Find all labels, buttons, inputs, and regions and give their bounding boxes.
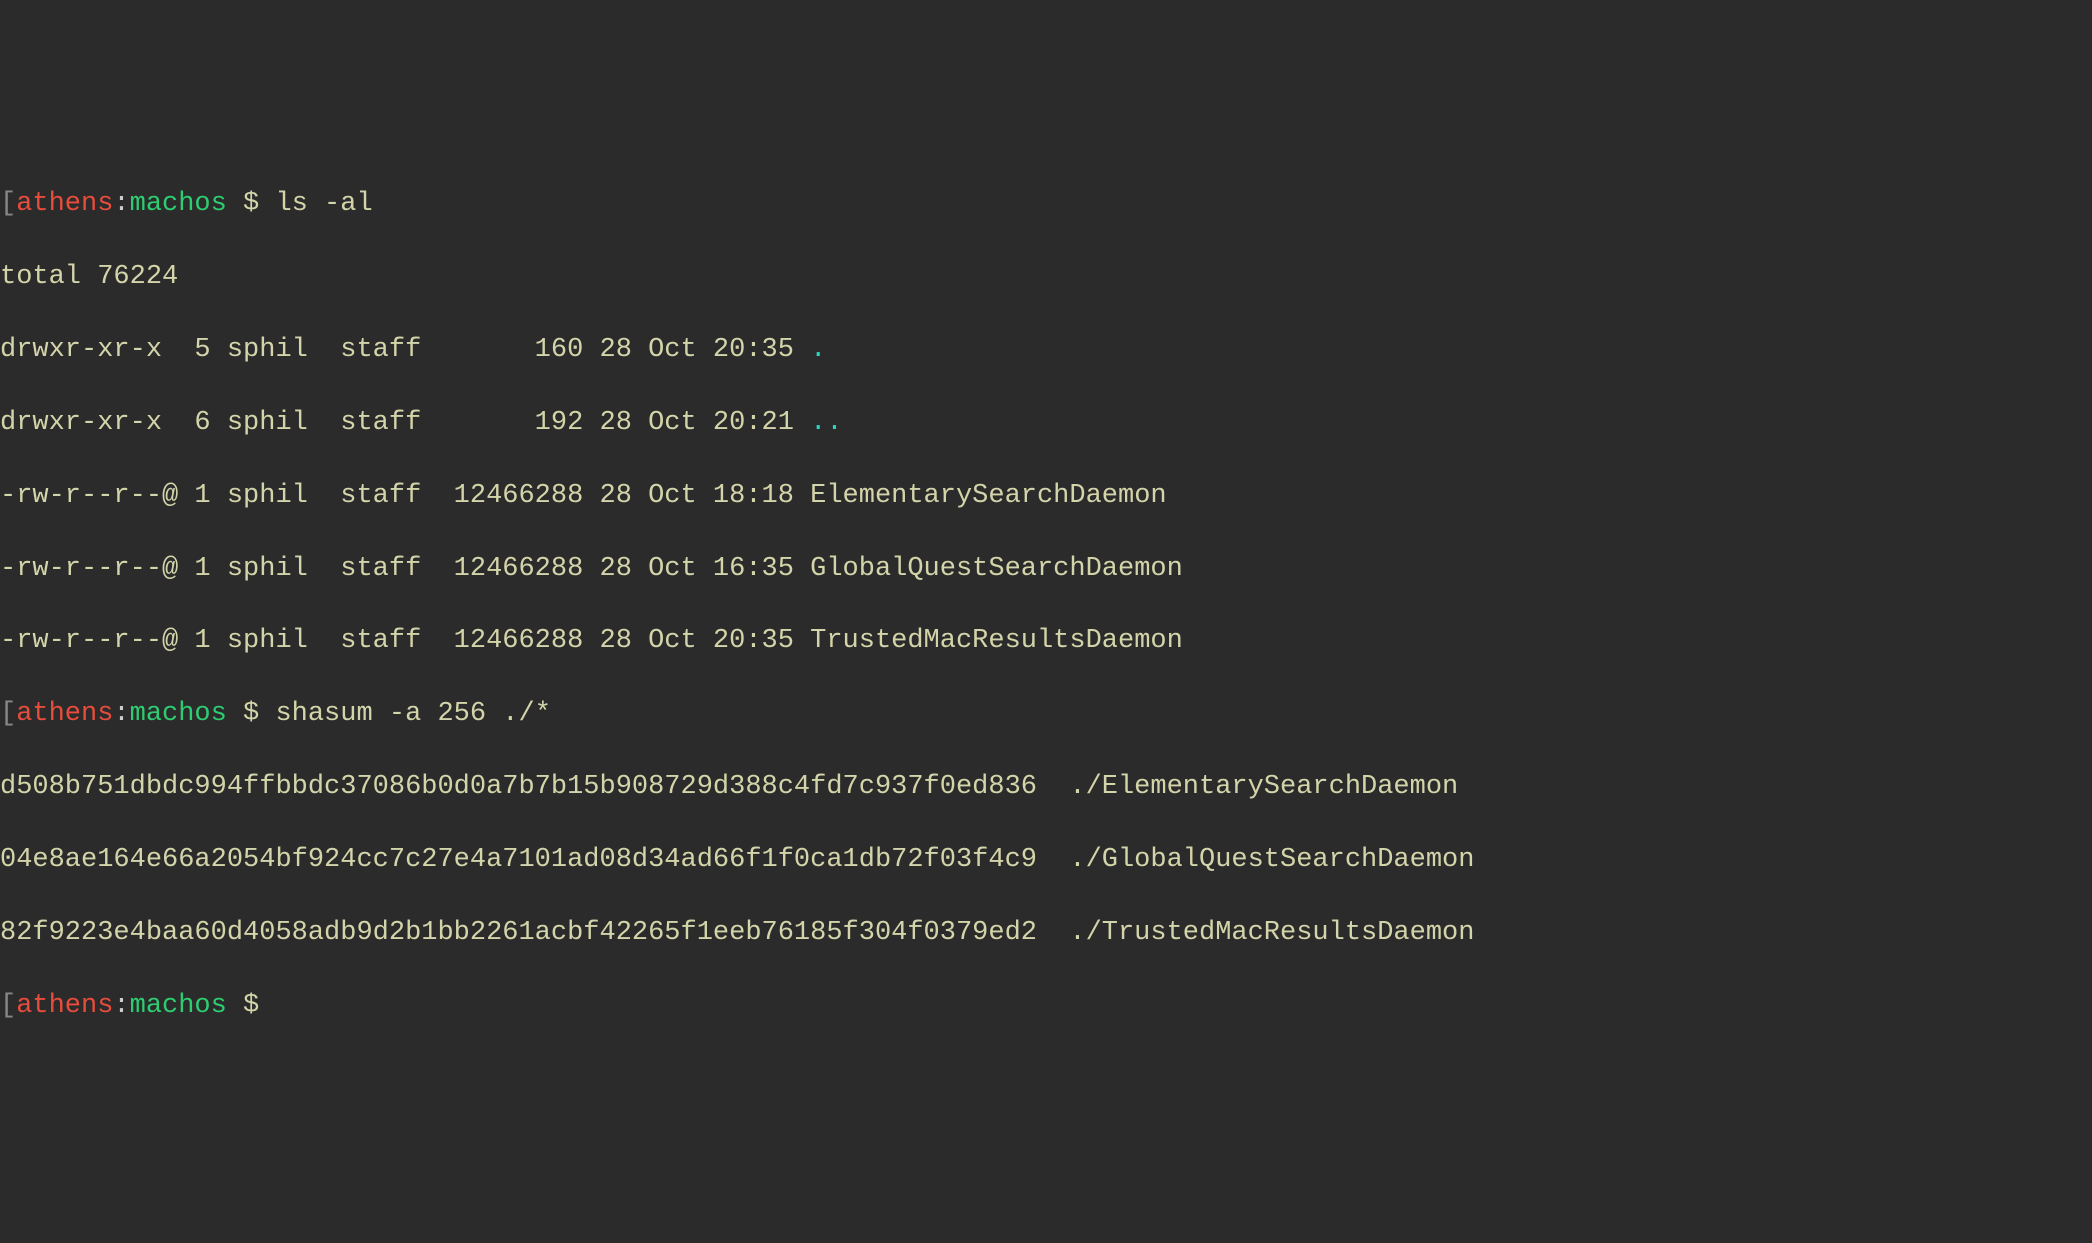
prompt-dir: machos: [130, 699, 227, 729]
shasum-hash: d508b751dbdc994ffbbdc37086b0d0a7b7b15b90…: [0, 772, 1069, 802]
prompt-line-2: [athens:machos $ shasum -a 256 ./*: [0, 696, 2092, 732]
ls-row: drwxr-xr-x 6 sphil staff 192 28 Oct 20:2…: [0, 405, 2092, 441]
prompt-dollar: $: [227, 699, 276, 729]
shasum-row: 82f9223e4baa60d4058adb9d2b1bb2261acbf422…: [0, 915, 2092, 951]
prompt-host: athens: [16, 189, 113, 219]
ls-filename: GlobalQuestSearchDaemon: [810, 554, 1183, 584]
shasum-file: ./TrustedMacResultsDaemon: [1069, 918, 1474, 948]
ls-filename: TrustedMacResultsDaemon: [810, 626, 1183, 656]
prompt-bracket: [: [0, 991, 16, 1021]
shasum-row: d508b751dbdc994ffbbdc37086b0d0a7b7b15b90…: [0, 769, 2092, 805]
ls-row: -rw-r--r--@ 1 sphil staff 12466288 28 Oc…: [0, 478, 2092, 514]
shasum-file: ./ElementarySearchDaemon: [1069, 772, 1458, 802]
shasum-hash: 04e8ae164e66a2054bf924cc7c27e4a7101ad08d…: [0, 845, 1069, 875]
prompt-line-1: [athens:machos $ ls -al: [0, 186, 2092, 222]
ls-perms: -rw-r--r--@ 1 sphil staff 12466288 28 Oc…: [0, 626, 810, 656]
prompt-bracket: [: [0, 189, 16, 219]
prompt-dir: machos: [130, 991, 227, 1021]
ls-perms: -rw-r--r--@ 1 sphil staff 12466288 28 Oc…: [0, 481, 810, 511]
ls-filename: .: [810, 335, 826, 365]
ls-row: -rw-r--r--@ 1 sphil staff 12466288 28 Oc…: [0, 623, 2092, 659]
prompt-host: athens: [16, 699, 113, 729]
terminal-window[interactable]: [athens:machos $ ls -al total 76224 drwx…: [0, 150, 2092, 1061]
shasum-file: ./GlobalQuestSearchDaemon: [1069, 845, 1474, 875]
ls-perms: -rw-r--r--@ 1 sphil staff 12466288 28 Oc…: [0, 554, 810, 584]
ls-row: -rw-r--r--@ 1 sphil staff 12466288 28 Oc…: [0, 551, 2092, 587]
shasum-hash: 82f9223e4baa60d4058adb9d2b1bb2261acbf422…: [0, 918, 1069, 948]
ls-perms: drwxr-xr-x 5 sphil staff 160 28 Oct 20:3…: [0, 335, 810, 365]
ls-row: drwxr-xr-x 5 sphil staff 160 28 Oct 20:3…: [0, 332, 2092, 368]
prompt-bracket: [: [0, 699, 16, 729]
command-shasum: shasum -a 256 ./*: [275, 699, 550, 729]
prompt-host: athens: [16, 991, 113, 1021]
prompt-dir: machos: [130, 189, 227, 219]
shasum-row: 04e8ae164e66a2054bf924cc7c27e4a7101ad08d…: [0, 842, 2092, 878]
ls-filename: ElementarySearchDaemon: [810, 481, 1166, 511]
prompt-colon: :: [113, 699, 129, 729]
prompt-line-3[interactable]: [athens:machos $: [0, 988, 2092, 1024]
ls-perms: drwxr-xr-x 6 sphil staff 192 28 Oct 20:2…: [0, 408, 810, 438]
ls-filename: ..: [810, 408, 842, 438]
command-ls: ls -al: [275, 189, 372, 219]
ls-total: total 76224: [0, 259, 2092, 295]
prompt-dollar: $: [227, 991, 276, 1021]
prompt-colon: :: [113, 991, 129, 1021]
prompt-colon: :: [113, 189, 129, 219]
prompt-dollar: $: [227, 189, 276, 219]
